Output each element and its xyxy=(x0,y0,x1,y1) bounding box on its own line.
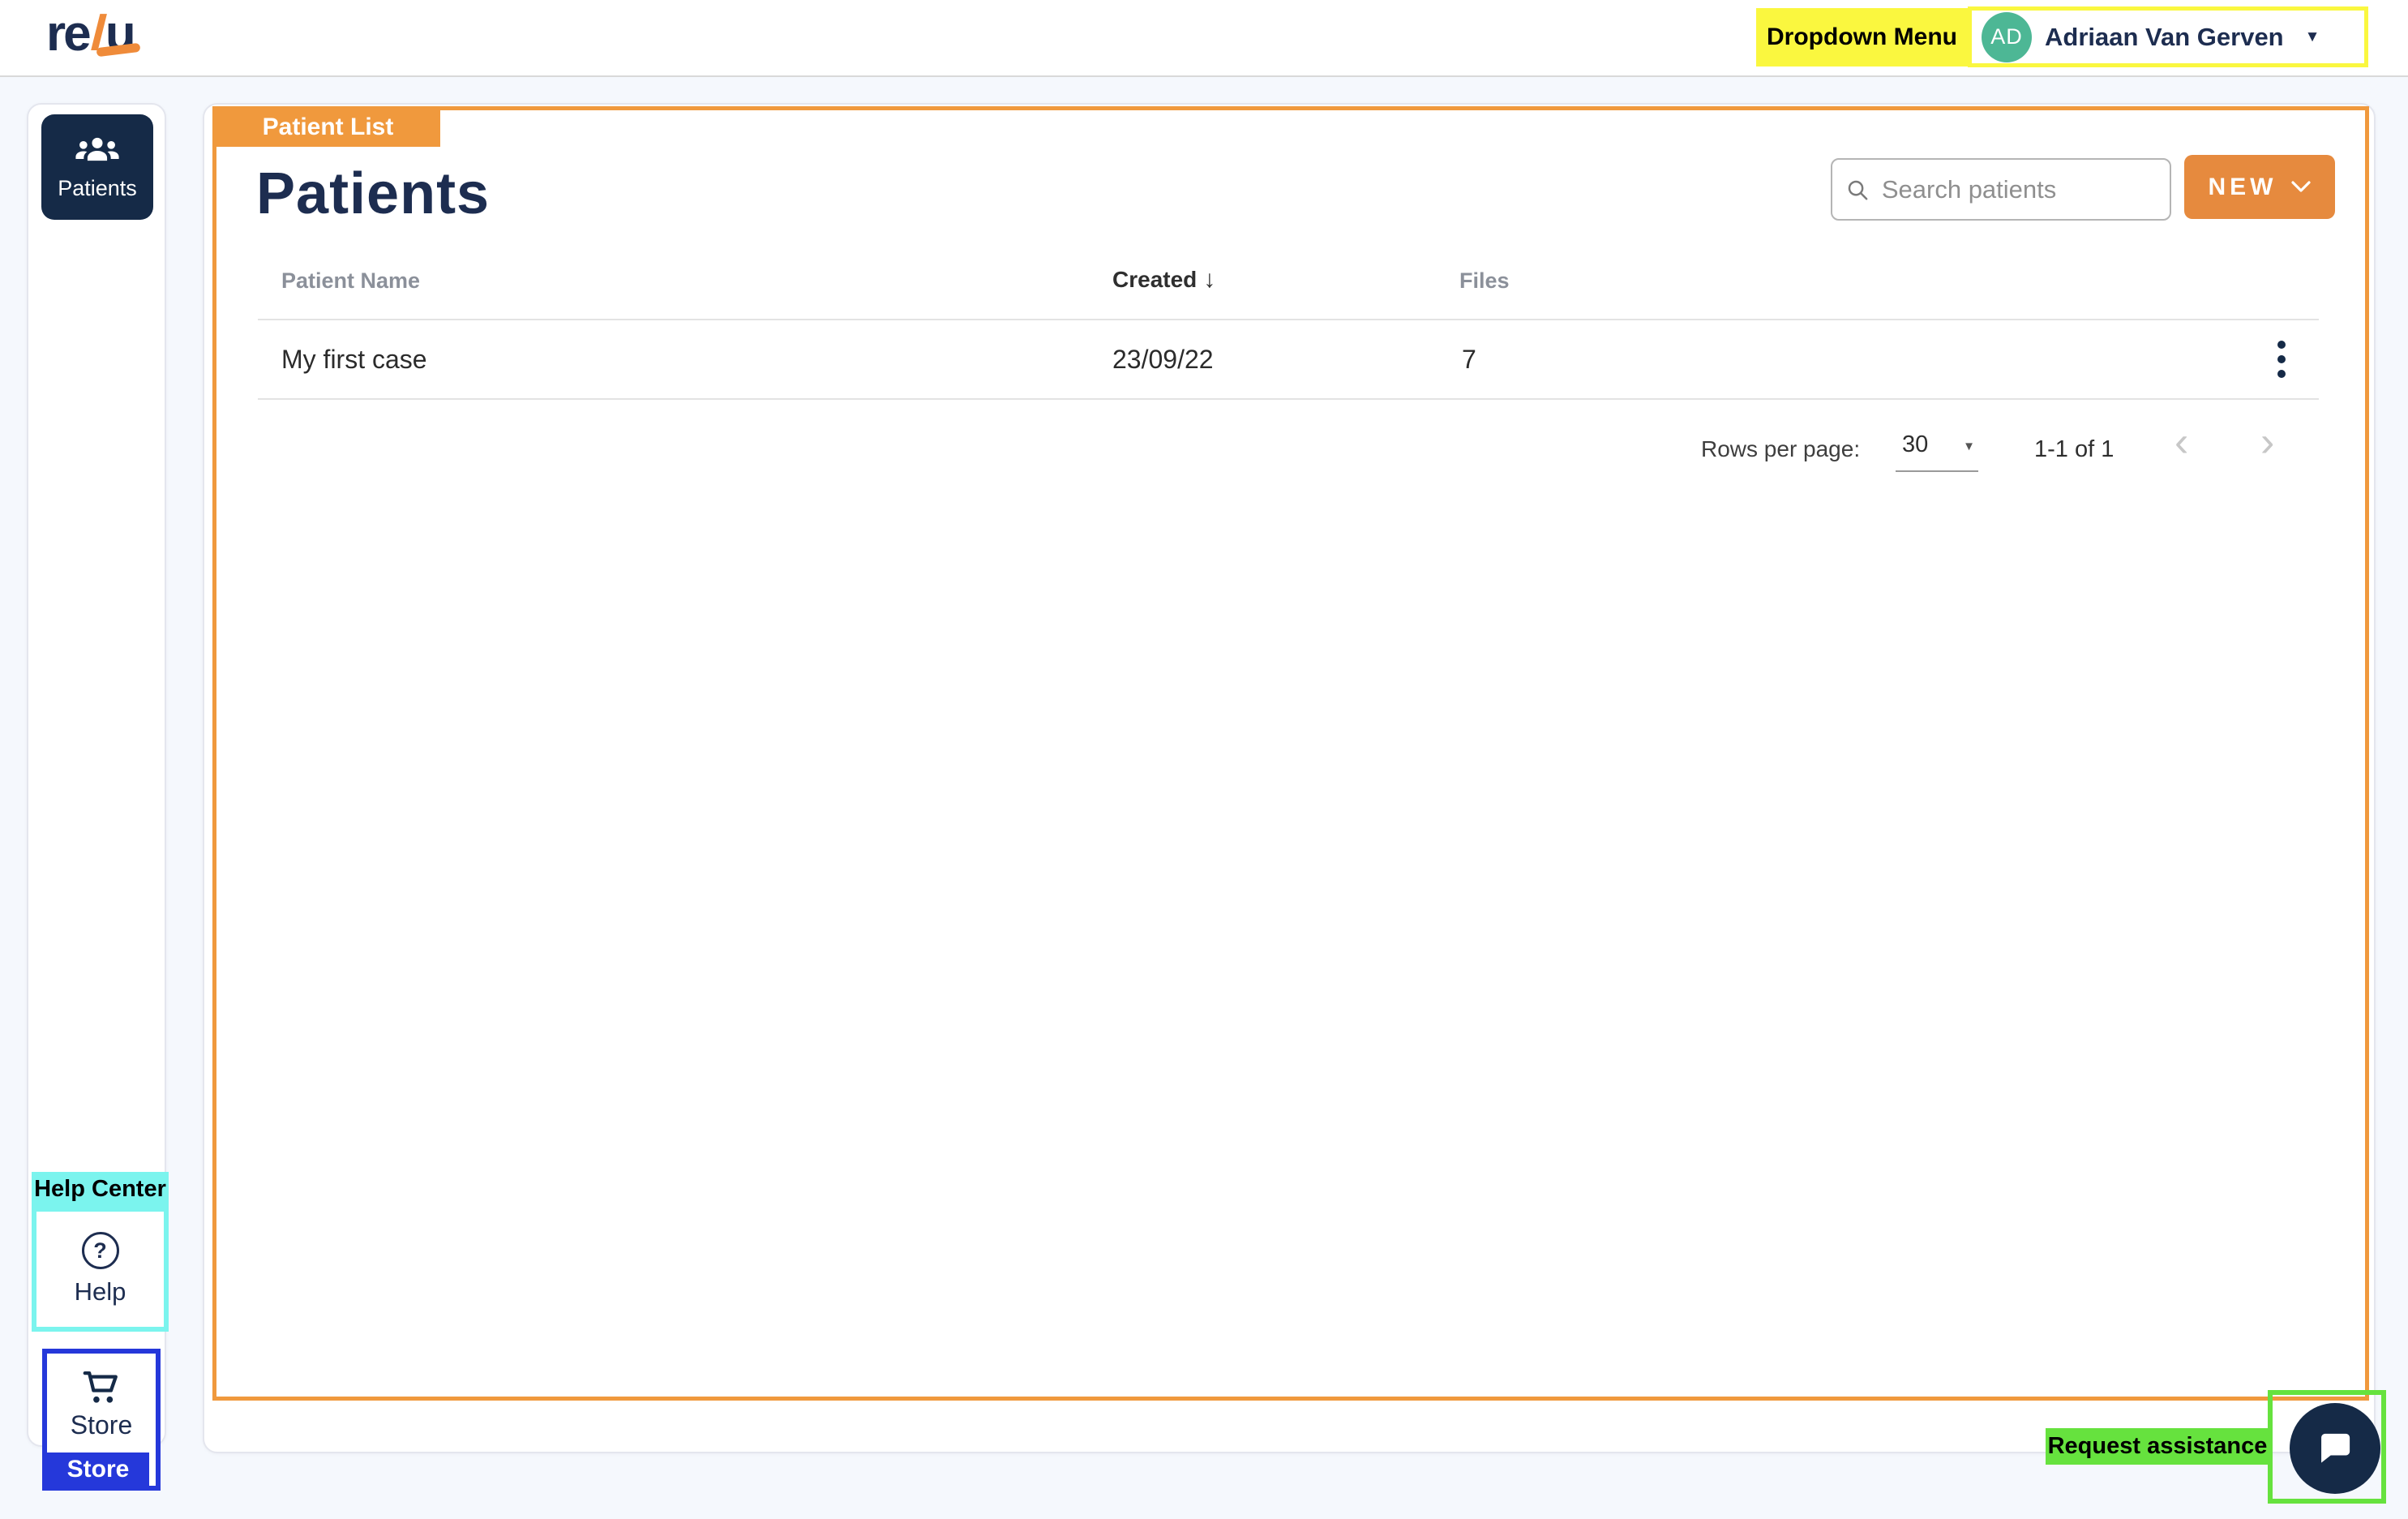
shopping-cart-icon xyxy=(79,1367,123,1407)
user-menu-button[interactable]: AD Adriaan Van Gerven ▼ xyxy=(1968,6,2368,67)
select-caret-icon: ▼ xyxy=(1963,440,1975,453)
patient-name-cell: My first case xyxy=(281,345,427,375)
column-header-created-label: Created xyxy=(1112,267,1197,292)
patients-group-icon xyxy=(74,134,121,169)
chat-bubble-icon xyxy=(2312,1425,2359,1472)
files-cell: 7 xyxy=(1462,345,1476,375)
chevron-down-icon xyxy=(2290,180,2312,194)
table-row[interactable]: My first case 23/09/22 7 xyxy=(258,320,2319,398)
sidebar-item-help[interactable]: ? Help xyxy=(32,1207,169,1332)
avatar: AD xyxy=(1982,12,2032,62)
page-title: Patients xyxy=(256,161,490,227)
sidebar-item-help-label: Help xyxy=(75,1277,126,1307)
sidebar-item-patients-label: Patients xyxy=(58,176,137,201)
column-header-patient-name[interactable]: Patient Name xyxy=(281,268,420,294)
relu-logo[interactable]: relu xyxy=(46,5,134,62)
rows-per-page-label: Rows per page: xyxy=(1701,436,1860,462)
store-annotation-label: Store xyxy=(47,1452,149,1486)
logo-text-re: re xyxy=(46,5,89,62)
sidebar-item-store[interactable]: Store Store xyxy=(42,1349,161,1491)
rows-per-page-value: 30 xyxy=(1902,431,1928,458)
help-center-annotation-label: Help Center xyxy=(32,1172,169,1207)
search-patients-box xyxy=(1831,158,2171,221)
column-header-created[interactable]: Created↓ xyxy=(1112,266,1215,294)
patient-list-annotation-label: Patient List xyxy=(216,108,440,147)
sort-descending-icon: ↓ xyxy=(1203,266,1215,293)
row-actions-kebab-icon[interactable] xyxy=(2267,333,2296,386)
user-name: Adriaan Van Gerven xyxy=(2045,23,2284,52)
column-header-files[interactable]: Files xyxy=(1459,268,1510,294)
table-divider xyxy=(258,398,2319,400)
sidebar-item-store-label: Store xyxy=(71,1410,132,1440)
sidebar-item-patients[interactable]: Patients xyxy=(41,114,153,220)
created-cell: 23/09/22 xyxy=(1112,345,1214,375)
pagination-range: 1-1 of 1 xyxy=(2034,436,2114,463)
chevron-down-icon: ▼ xyxy=(2305,28,2320,46)
next-page-button[interactable]: › xyxy=(2256,420,2279,464)
patient-list-card xyxy=(203,103,2376,1453)
help-question-icon: ? xyxy=(82,1232,119,1269)
dropdown-menu-annotation-label: Dropdown Menu xyxy=(1756,8,1968,67)
new-button[interactable]: NEW xyxy=(2184,155,2335,219)
rows-per-page-select[interactable]: 30 ▼ xyxy=(1896,428,1978,472)
new-button-label: NEW xyxy=(2209,174,2277,201)
search-icon xyxy=(1845,176,1870,204)
request-assistance-chat-button[interactable] xyxy=(2290,1403,2380,1494)
request-assistance-annotation-label: Request assistance xyxy=(2046,1428,2269,1465)
previous-page-button[interactable]: ‹ xyxy=(2170,420,2193,464)
search-input[interactable] xyxy=(1880,174,2157,205)
